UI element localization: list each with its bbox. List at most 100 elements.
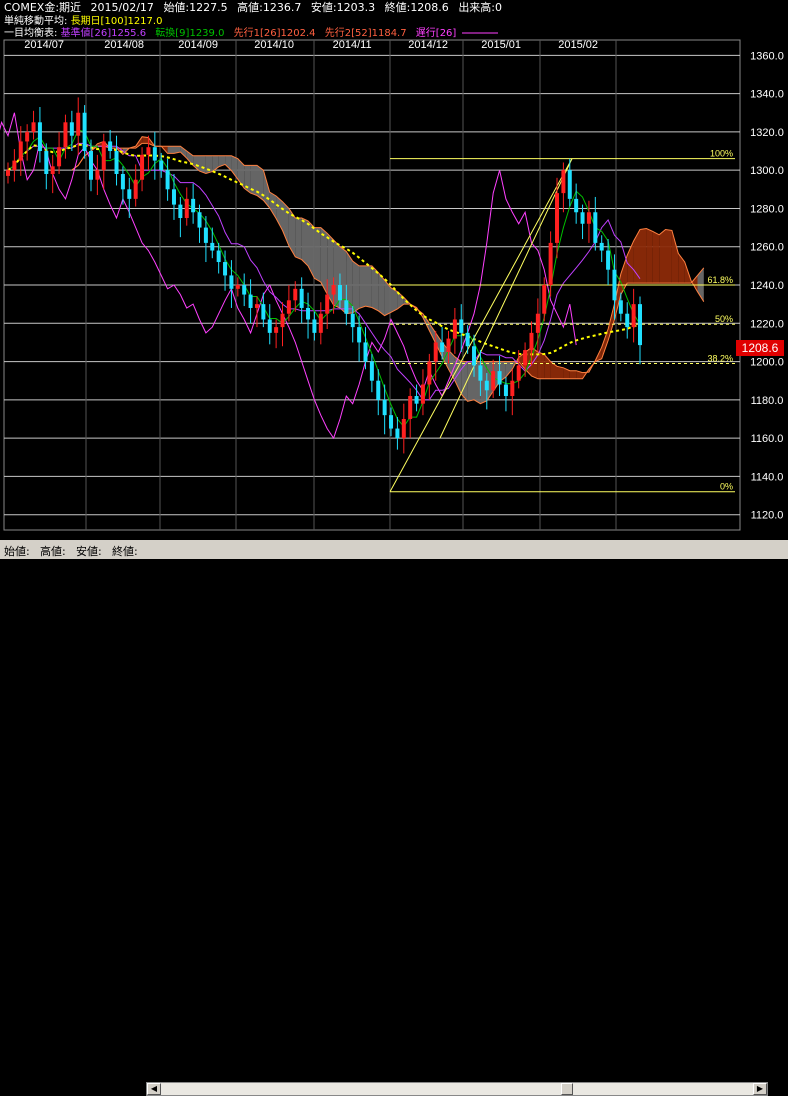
candle-body — [44, 151, 49, 174]
price-chart[interactable]: 2014/07 2014/08 2014/09 2014/10 2014/11 2014/… — [0, 0, 788, 540]
y-tick-label: 1300.0 — [750, 165, 784, 177]
y-tick-label: 1280.0 — [750, 203, 784, 215]
candle-body — [274, 327, 279, 333]
candle-body — [280, 313, 285, 328]
candle-body — [235, 285, 240, 289]
candle-body — [254, 304, 259, 308]
candle-body — [18, 141, 23, 161]
candle-body — [363, 342, 368, 362]
candle-body — [82, 112, 87, 152]
candle-body — [625, 313, 630, 328]
candle-body — [631, 304, 636, 328]
candle-body — [50, 166, 55, 174]
candle-body — [299, 288, 304, 308]
cloud-segment — [646, 228, 653, 284]
y-tick-label: 1340.0 — [750, 89, 784, 101]
candle-body — [6, 170, 10, 176]
x-tick-label: 2014/12 — [408, 39, 448, 51]
candle-body — [567, 170, 572, 199]
candle-body — [472, 346, 477, 366]
candle-body — [420, 384, 425, 404]
scroll-right-button[interactable]: ▶ — [753, 1083, 767, 1095]
candle-body — [152, 147, 157, 161]
x-tick-label: 2014/08 — [104, 39, 144, 51]
cloud-segment — [250, 165, 257, 196]
candle-body — [312, 319, 317, 333]
candle-body — [408, 396, 413, 419]
candle-body — [286, 300, 291, 314]
cloud-segment — [557, 366, 564, 379]
y-tick-label: 1260.0 — [750, 242, 784, 254]
candle-body — [574, 198, 579, 213]
scroll-thumb[interactable] — [561, 1083, 573, 1095]
candle-body — [216, 250, 221, 263]
candle-body — [242, 285, 247, 295]
candle-body — [146, 147, 151, 155]
candle-body — [459, 319, 464, 333]
candle-body — [344, 300, 349, 314]
candle-body — [612, 269, 617, 301]
candle-body — [223, 262, 228, 276]
candle-body — [555, 193, 560, 243]
x-tick-label: 2015/02 — [558, 39, 598, 51]
horizontal-scrollbar[interactable]: ◀ ▶ — [146, 1082, 768, 1096]
candle-body — [350, 313, 355, 328]
candle-body — [63, 122, 68, 148]
cloud-segment — [314, 227, 321, 283]
candle-body — [76, 112, 81, 136]
y-tick-label: 1180.0 — [751, 395, 784, 407]
candle-body — [618, 300, 623, 314]
status-bar: 始値: 高値: 安値: 終値: ◀ ▶ — [0, 540, 788, 1096]
candle-body — [133, 179, 138, 199]
candle-body — [331, 285, 336, 295]
candle-body — [108, 141, 113, 152]
cloud-segment — [537, 352, 545, 379]
status-low-label: 安値: — [76, 545, 102, 558]
candle-body — [606, 250, 611, 270]
cloud-segment — [301, 218, 308, 266]
candle-body — [203, 227, 208, 243]
cloud-segment — [448, 350, 455, 381]
candle-body — [337, 285, 342, 301]
fibonacci-retracement: 100% 61.8% 50% 38.2% 0% — [389, 149, 735, 493]
candle-body — [229, 275, 234, 289]
y-axis: 1120.0 1140.0 1160.0 1180.0 1200.0 1220.0 1240… — [750, 50, 784, 521]
cloud-segment — [308, 220, 315, 279]
candle-body — [452, 319, 457, 339]
fib-level-label: 100% — [710, 149, 733, 159]
candle-body — [478, 365, 483, 381]
y-tick-label: 1160.0 — [751, 433, 784, 445]
candle-body — [484, 380, 489, 391]
candle-body — [497, 371, 502, 385]
candle-body — [401, 418, 406, 439]
y-tick-label: 1200.0 — [750, 357, 784, 369]
candle-body — [171, 189, 176, 205]
candle-body — [37, 122, 42, 152]
x-axis-ticks: 2014/07 2014/08 2014/09 2014/10 2014/11 2014/… — [24, 39, 598, 51]
current-price: 1208.6 — [742, 341, 779, 355]
candle-body — [191, 198, 196, 213]
fib-level-label: 61.8% — [707, 275, 733, 285]
current-price-tag: 1208.6 — [736, 340, 784, 356]
cloud-segment — [352, 261, 360, 313]
candle-body — [210, 242, 215, 251]
cloud-segment — [199, 155, 206, 174]
fib-level-label: 50% — [715, 314, 733, 324]
candle-body — [69, 122, 74, 136]
candle-body — [599, 242, 604, 251]
cloud-segment — [671, 230, 679, 284]
candle-body — [414, 396, 419, 404]
candle-body — [248, 294, 253, 308]
candle-body — [159, 160, 164, 171]
candle-body — [261, 304, 266, 320]
candle-body — [293, 288, 298, 301]
cloud-segment — [167, 146, 174, 154]
candle-body — [369, 361, 374, 381]
candle-body — [101, 141, 106, 171]
candle-body — [95, 170, 100, 180]
y-tick-label: 1120.0 — [751, 510, 784, 522]
cloud-segment — [665, 229, 672, 284]
candle-body — [165, 170, 170, 190]
cloud-segment — [640, 228, 647, 284]
scroll-left-button[interactable]: ◀ — [147, 1083, 161, 1095]
